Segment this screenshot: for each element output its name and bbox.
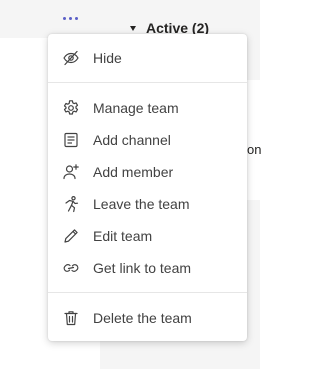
menu-item-label: Add channel <box>93 132 171 148</box>
hide-icon <box>62 49 80 67</box>
menu-divider <box>48 292 247 293</box>
more-dot-icon <box>68 16 72 20</box>
menu-item-label: Edit team <box>93 228 153 244</box>
menu-item-edit-team[interactable]: Edit team <box>48 220 247 252</box>
menu-item-label: Get link to team <box>93 260 192 276</box>
menu-item-label: Add member <box>93 164 174 180</box>
menu-item-label: Leave the team <box>93 196 190 212</box>
leave-icon <box>62 195 80 213</box>
gear-icon <box>62 99 80 117</box>
team-row-highlight <box>0 0 108 38</box>
team-options-menu: Hide Manage team Add channel Add member … <box>48 34 247 341</box>
menu-item-leave-team[interactable]: Leave the team <box>48 188 247 220</box>
menu-item-delete-team[interactable]: Delete the team <box>48 302 247 334</box>
more-dot-icon <box>62 16 66 20</box>
add-person-icon <box>62 163 80 181</box>
menu-item-add-member[interactable]: Add member <box>48 156 247 188</box>
link-icon <box>62 259 80 277</box>
menu-item-get-link[interactable]: Get link to team <box>48 252 247 284</box>
more-options-button[interactable] <box>58 8 82 28</box>
menu-item-add-channel[interactable]: Add channel <box>48 124 247 156</box>
menu-item-label: Delete the team <box>93 310 192 326</box>
more-dot-icon <box>74 16 78 20</box>
clipped-text: on <box>247 142 262 157</box>
channel-icon <box>62 131 80 149</box>
pencil-icon <box>62 227 80 245</box>
menu-item-label: Hide <box>93 50 122 66</box>
menu-item-label: Manage team <box>93 100 179 116</box>
menu-divider <box>48 82 247 83</box>
caret-down-icon <box>130 26 136 31</box>
trash-icon <box>62 309 80 327</box>
menu-item-hide[interactable]: Hide <box>48 42 247 74</box>
menu-item-manage-team[interactable]: Manage team <box>48 92 247 124</box>
